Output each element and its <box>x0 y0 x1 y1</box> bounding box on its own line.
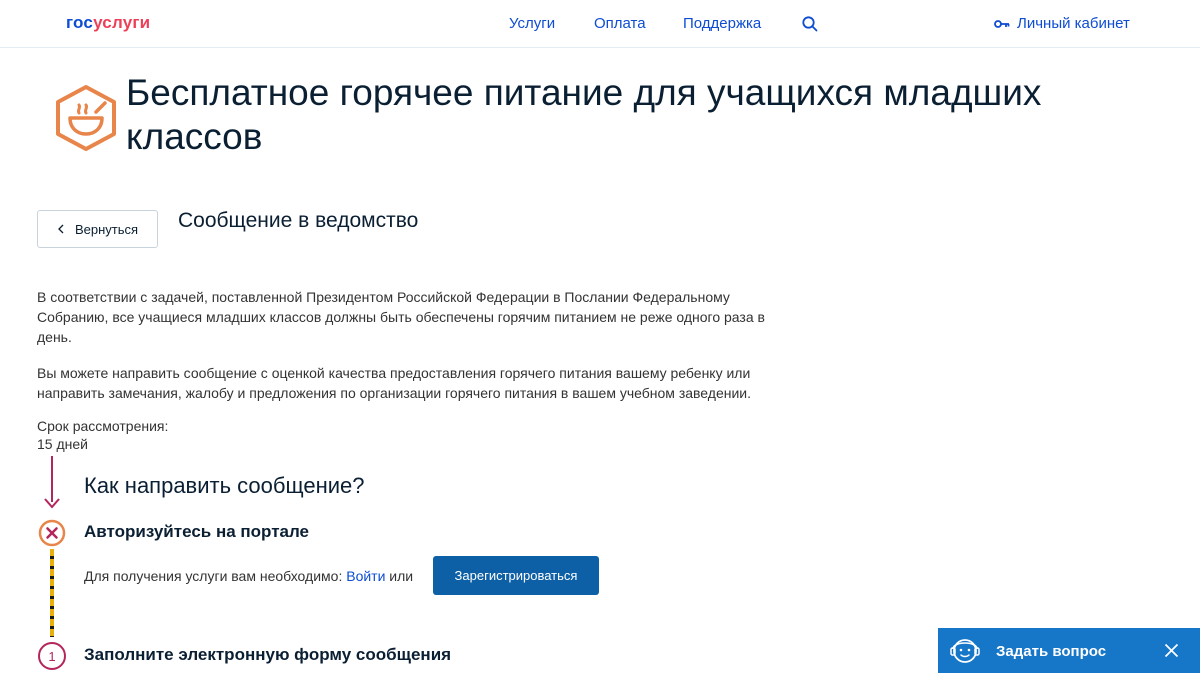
gosuslugi-logo[interactable]: госуслуги <box>66 13 150 33</box>
chevron-left-icon <box>58 224 64 234</box>
ask-question-label: Задать вопрос <box>996 643 1107 660</box>
description-paragraph-1: В соответствии с задачей, поставленной П… <box>37 289 765 345</box>
top-header: госуслуги Услуги Оплата Поддержка Личный… <box>0 0 1200 48</box>
nav-services-link[interactable]: Услуги <box>509 15 555 32</box>
key-icon <box>994 19 1010 28</box>
arrow-down-icon <box>44 498 60 509</box>
cabinet-label: Личный кабинет <box>1017 15 1130 32</box>
step-arrow-line <box>51 456 53 502</box>
section-subtitle: Сообщение в ведомство <box>178 209 419 232</box>
page-title: Бесплатное горячее питание для учащихся … <box>126 72 1042 157</box>
step-fill-form-title: Заполните электронную форму сообщения <box>84 645 452 664</box>
step-authorize-text: Для получения услуги вам необходимо: Вой… <box>84 568 413 584</box>
close-icon[interactable] <box>1164 643 1179 658</box>
how-to-send-heading: Как направить сообщение? <box>84 473 365 498</box>
register-button[interactable]: Зарегистрироваться <box>433 556 599 595</box>
login-link[interactable]: Войти <box>346 568 385 584</box>
back-button[interactable]: Вернуться <box>37 210 158 248</box>
ask-question-widget[interactable]: Задать вопрос <box>938 628 1200 673</box>
step-authorize-prefix: Для получения услуги вам необходимо: <box>84 568 347 584</box>
nav-support-link[interactable]: Поддержка <box>683 15 761 32</box>
step-authorize-or: или <box>385 568 414 584</box>
nav-payment-link[interactable]: Оплата <box>594 15 646 32</box>
hot-meal-bowl-icon <box>56 85 116 151</box>
step-authorize-title: Авторизуйтесь на портале <box>84 522 310 541</box>
support-robot-icon <box>950 639 980 663</box>
review-term-value: 15 дней <box>37 436 88 452</box>
search-icon[interactable] <box>801 15 819 33</box>
personal-cabinet-link[interactable]: Личный кабинет <box>994 15 1130 32</box>
step-number-badge: 1 <box>38 642 66 670</box>
step-status-error-icon <box>38 519 66 547</box>
description-paragraph-2: Вы можете направить сообщение с оценкой … <box>37 365 751 401</box>
step-connector-line <box>50 549 54 637</box>
review-term-label: Срок рассмотрения: <box>37 418 169 434</box>
back-button-label: Вернуться <box>74 221 139 237</box>
